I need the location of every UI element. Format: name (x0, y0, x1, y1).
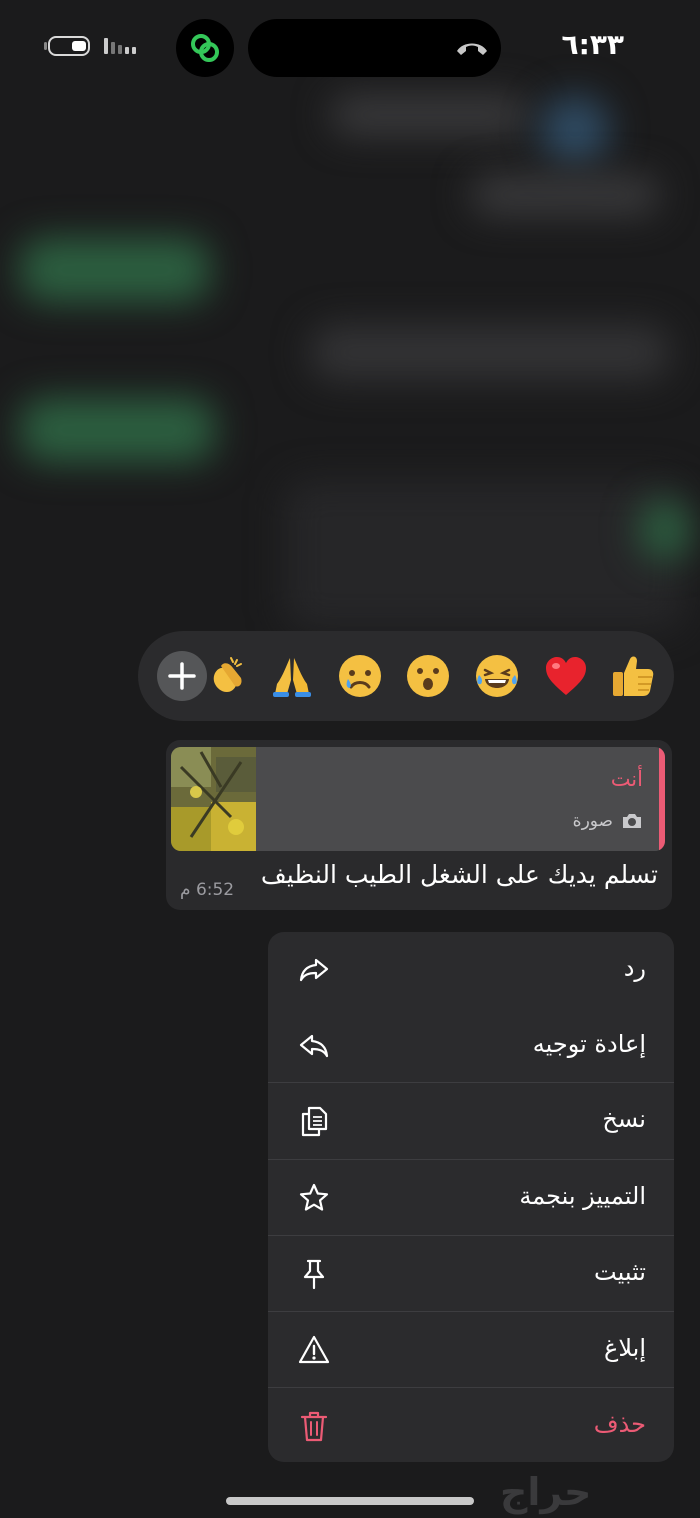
reaction-heart[interactable] (541, 651, 591, 701)
menu-item-forward[interactable]: إعادة توجيه (268, 1008, 674, 1084)
star-icon (299, 1183, 329, 1211)
reaction-wow[interactable] (403, 651, 453, 701)
message-text: تسلم يديك على الشغل الطيب النظيف (260, 860, 658, 889)
reply-icon (299, 958, 329, 982)
link-icon[interactable] (176, 19, 234, 77)
dynamic-island[interactable] (248, 19, 501, 77)
menu-item-label: التمييز بنجمة (519, 1182, 646, 1210)
forward-icon (299, 1034, 329, 1058)
menu-item-delete[interactable]: حذف (268, 1388, 674, 1462)
message-time: 6:52 م (180, 880, 235, 900)
message-context-menu: رد إعادة توجيه نسخ التمييز بنجمة تثبيت إ… (268, 932, 674, 1462)
reaction-laugh[interactable] (472, 651, 522, 701)
end-call-icon[interactable] (455, 37, 489, 59)
battery-tip (44, 42, 47, 50)
menu-item-copy[interactable]: نسخ (268, 1083, 674, 1159)
menu-item-label: نسخ (602, 1105, 646, 1133)
copy-icon (301, 1106, 328, 1137)
quoted-image-thumbnail (171, 747, 256, 851)
reaction-clap[interactable] (202, 651, 252, 701)
reaction-pray[interactable] (267, 651, 317, 701)
menu-item-label: تثبيت (594, 1258, 646, 1286)
home-indicator[interactable] (226, 1497, 474, 1505)
quoted-message[interactable]: أنت صورة (171, 747, 665, 851)
message-bubble[interactable]: أنت صورة تسلم يديك على الشغل الطيب النظي… (166, 740, 672, 910)
menu-item-pin[interactable]: تثبيت (268, 1236, 674, 1312)
menu-item-report[interactable]: إبلاغ (268, 1312, 674, 1388)
plus-icon (168, 662, 196, 690)
reaction-thumbs-up[interactable] (608, 651, 658, 701)
quote-accent-bar (659, 747, 665, 851)
quote-author: أنت (610, 767, 643, 791)
menu-item-label: إبلاغ (604, 1334, 646, 1362)
signal-icon (104, 38, 136, 54)
menu-item-label: إعادة توجيه (532, 1030, 646, 1058)
status-time: ٦:٣٣ (561, 28, 624, 61)
camera-icon (623, 814, 641, 828)
menu-item-label: رد (623, 954, 646, 982)
add-reaction-button[interactable] (157, 651, 207, 701)
battery-icon (48, 36, 90, 56)
pin-icon (303, 1259, 325, 1290)
status-bar: ٦:٣٣ (0, 0, 700, 90)
reaction-sad[interactable] (335, 651, 385, 701)
quote-media-type: صورة (573, 811, 643, 831)
trash-icon (300, 1411, 328, 1442)
warning-icon (298, 1335, 330, 1364)
menu-item-label: حذف (593, 1410, 646, 1438)
menu-item-reply[interactable]: رد (268, 932, 674, 1008)
reactions-bar (138, 631, 674, 721)
quote-media-type-label: صورة (572, 811, 613, 831)
menu-item-star[interactable]: التمييز بنجمة (268, 1160, 674, 1236)
watermark: حراج (500, 1470, 592, 1514)
